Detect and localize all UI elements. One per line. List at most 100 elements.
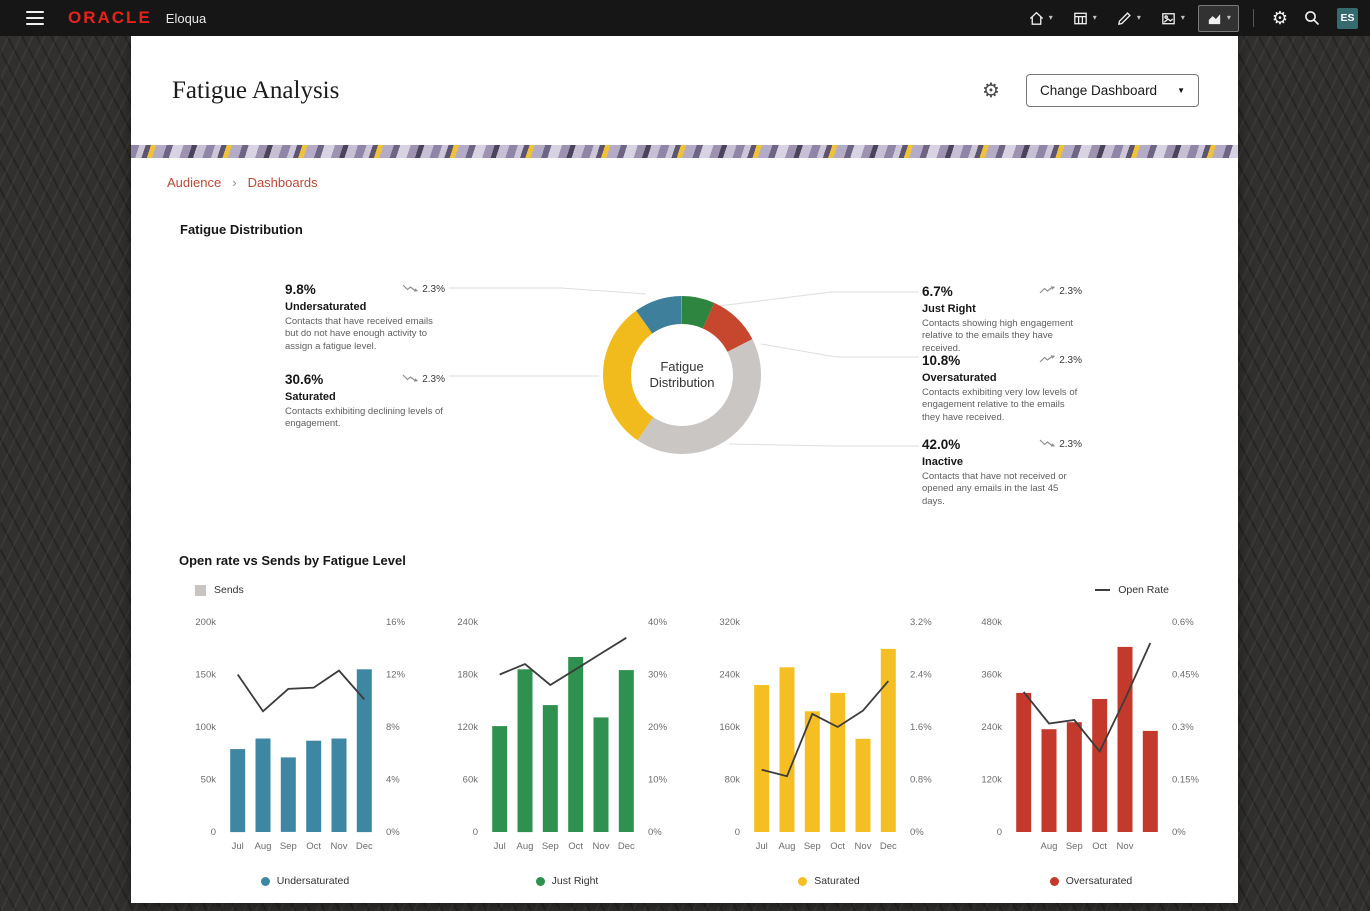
sends-legend-label: Sends <box>214 584 244 596</box>
change-dashboard-button[interactable]: Change Dashboard ▼ <box>1025 74 1199 107</box>
grid-icon <box>1073 12 1087 24</box>
hamburger-menu-icon <box>26 11 44 13</box>
user-avatar-badge[interactable]: ES <box>1337 7 1358 29</box>
chevron-down-icon: ▼ <box>1177 86 1185 95</box>
orchestration-nav-button[interactable]: ▾ <box>1110 6 1147 31</box>
svg-text:Oct: Oct <box>306 841 321 852</box>
svg-text:8%: 8% <box>386 722 400 733</box>
dashboard-card: Fatigue Analysis ⚙ Change Dashboard ▼ Au… <box>131 36 1238 903</box>
stat-description: Contacts showing high engagement relativ… <box>922 318 1074 354</box>
svg-text:180k: 180k <box>457 670 478 681</box>
breadcrumb-dashboards-link[interactable]: Dashboards <box>248 175 318 190</box>
legend-dot <box>1049 876 1059 886</box>
gear-icon: ⚙ <box>982 79 1000 102</box>
chevron-down-icon: ▾ <box>1180 13 1185 22</box>
svg-text:40%: 40% <box>648 617 668 628</box>
dashboard-settings-button[interactable]: ⚙ <box>982 81 1000 101</box>
home-nav-button[interactable]: ▾ <box>1022 6 1059 31</box>
svg-text:0.8%: 0.8% <box>910 775 932 786</box>
assets-nav-button[interactable]: ▾ <box>1154 6 1191 31</box>
legend-dot <box>535 876 545 886</box>
trend-down-icon <box>402 370 419 388</box>
undersaturated-combo-chart[interactable]: 200k 150k 100k 50k 0 16% 12% 8% 4% 0% Jul Aug Sep Oct… <box>179 612 431 865</box>
saturated-combo-chart[interactable]: 320k 240k 160k 80k 0 3.2% 2.4% 1.6% 0.8% 0% Jul Aug… <box>703 612 955 865</box>
stat-label: Inactive <box>922 456 963 468</box>
svg-text:0: 0 <box>211 827 216 838</box>
svg-text:Aug: Aug <box>255 841 272 852</box>
stat-label: Just Right <box>922 303 976 315</box>
svg-text:Sep: Sep <box>804 841 821 852</box>
svg-text:Nov: Nov <box>593 841 610 852</box>
svg-text:150k: 150k <box>195 670 216 681</box>
top-navigation-bar: ORACLE Eloqua ▾ ▾ ▾ ▾ ▾ ⚙ ES <box>0 0 1370 36</box>
topbar-actions: ▾ ▾ ▾ ▾ ▾ ⚙ ES <box>1022 4 1358 32</box>
svg-text:16%: 16% <box>386 617 406 628</box>
legend-label: Saturated <box>814 875 860 887</box>
svg-text:60k: 60k <box>463 775 479 786</box>
svg-text:0.6%: 0.6% <box>1172 617 1194 628</box>
image-icon <box>1162 12 1175 24</box>
decorative-pattern-strip <box>131 145 1238 158</box>
svg-text:240k: 240k <box>719 670 740 681</box>
svg-text:80k: 80k <box>725 775 741 786</box>
trend-value: 2.3% <box>422 283 445 295</box>
stat-description: Contacts that have not received or opene… <box>922 471 1067 507</box>
oversaturated-combo-chart[interactable]: 480k 360k 240k 120k 0 0.6% 0.45% 0.3% 0.15% 0% Aug… <box>965 612 1217 865</box>
analytics-nav-button[interactable]: ▾ <box>1197 4 1239 32</box>
svg-text:0.45%: 0.45% <box>1172 670 1199 681</box>
svg-text:Oct: Oct <box>830 841 845 852</box>
search-icon <box>1305 11 1320 26</box>
svg-text:0: 0 <box>735 827 740 838</box>
stat-inactive: 42.0% 2.3% Inactive Contacts that have n… <box>922 435 1082 508</box>
search-button[interactable] <box>1299 7 1325 29</box>
trend-value: 2.3% <box>422 373 445 385</box>
svg-text:Dec: Dec <box>880 841 897 852</box>
chart-legend: Undersaturated <box>260 875 349 887</box>
chart-legend: Just Right <box>535 875 598 887</box>
svg-text:0%: 0% <box>910 827 924 838</box>
svg-text:Oct: Oct <box>1092 841 1107 852</box>
stat-percentage: 9.8% <box>285 281 316 297</box>
fatigue-donut[interactable] <box>602 295 762 455</box>
svg-text:Sep: Sep <box>1066 841 1083 852</box>
stat-label: Saturated <box>285 391 336 403</box>
svg-text:Nov: Nov <box>331 841 348 852</box>
stat-percentage: 30.6% <box>285 371 324 387</box>
hamburger-menu-button[interactable] <box>26 11 46 25</box>
svg-text:480k: 480k <box>981 617 1002 628</box>
breadcrumb-audience-link[interactable]: Audience <box>167 175 221 190</box>
svg-text:Aug: Aug <box>779 841 796 852</box>
trend-value: 2.3% <box>1059 438 1082 450</box>
stat-oversaturated: 10.8% 2.3% Oversaturated Contacts exhibi… <box>922 351 1082 424</box>
svg-text:20%: 20% <box>648 722 668 733</box>
svg-text:160k: 160k <box>719 722 740 733</box>
stat-just-right: 6.7% 2.3% Just Right Contacts showing hi… <box>922 282 1082 355</box>
svg-text:10%: 10% <box>648 775 668 786</box>
change-dashboard-label: Change Dashboard <box>1039 83 1158 98</box>
svg-text:0%: 0% <box>1172 827 1186 838</box>
svg-text:0%: 0% <box>386 827 400 838</box>
settings-button[interactable]: ⚙ <box>1268 7 1292 29</box>
fatigue-distribution-title: Fatigue Distribution <box>180 222 303 237</box>
svg-text:0.3%: 0.3% <box>1172 722 1194 733</box>
svg-text:Jul: Jul <box>232 841 244 852</box>
stat-label: Undersaturated <box>285 301 367 313</box>
legend-dot <box>798 876 808 886</box>
undersaturated-chart-column: 200k 150k 100k 50k 0 16% 12% 8% 4% 0% Jul Aug Sep Oct… <box>179 612 431 887</box>
chevron-down-icon: ▾ <box>1048 13 1053 22</box>
trend-up-icon <box>1039 351 1056 369</box>
breadcrumb: Audience › Dashboards <box>167 175 318 190</box>
sends-legend-swatch <box>195 584 206 596</box>
chevron-down-icon: ▾ <box>1092 13 1097 22</box>
svg-text:Sep: Sep <box>542 841 559 852</box>
svg-text:320k: 320k <box>719 617 740 628</box>
page-title: Fatigue Analysis <box>172 76 340 104</box>
stat-saturated: 30.6% 2.3% Saturated Contacts exhibiting… <box>285 370 445 431</box>
stat-description: Contacts exhibiting very low levels of e… <box>922 387 1078 423</box>
campaigns-nav-button[interactable]: ▾ <box>1066 6 1103 31</box>
svg-text:0: 0 <box>997 827 1002 838</box>
chart-legend: Saturated <box>798 875 860 887</box>
just-right-combo-chart[interactable]: 240k 180k 120k 60k 0 40% 30% 20% 10% 0% Jul Aug Sep O… <box>441 612 693 865</box>
toolbar-separator <box>1252 9 1254 27</box>
chevron-down-icon: ▾ <box>1226 13 1231 22</box>
